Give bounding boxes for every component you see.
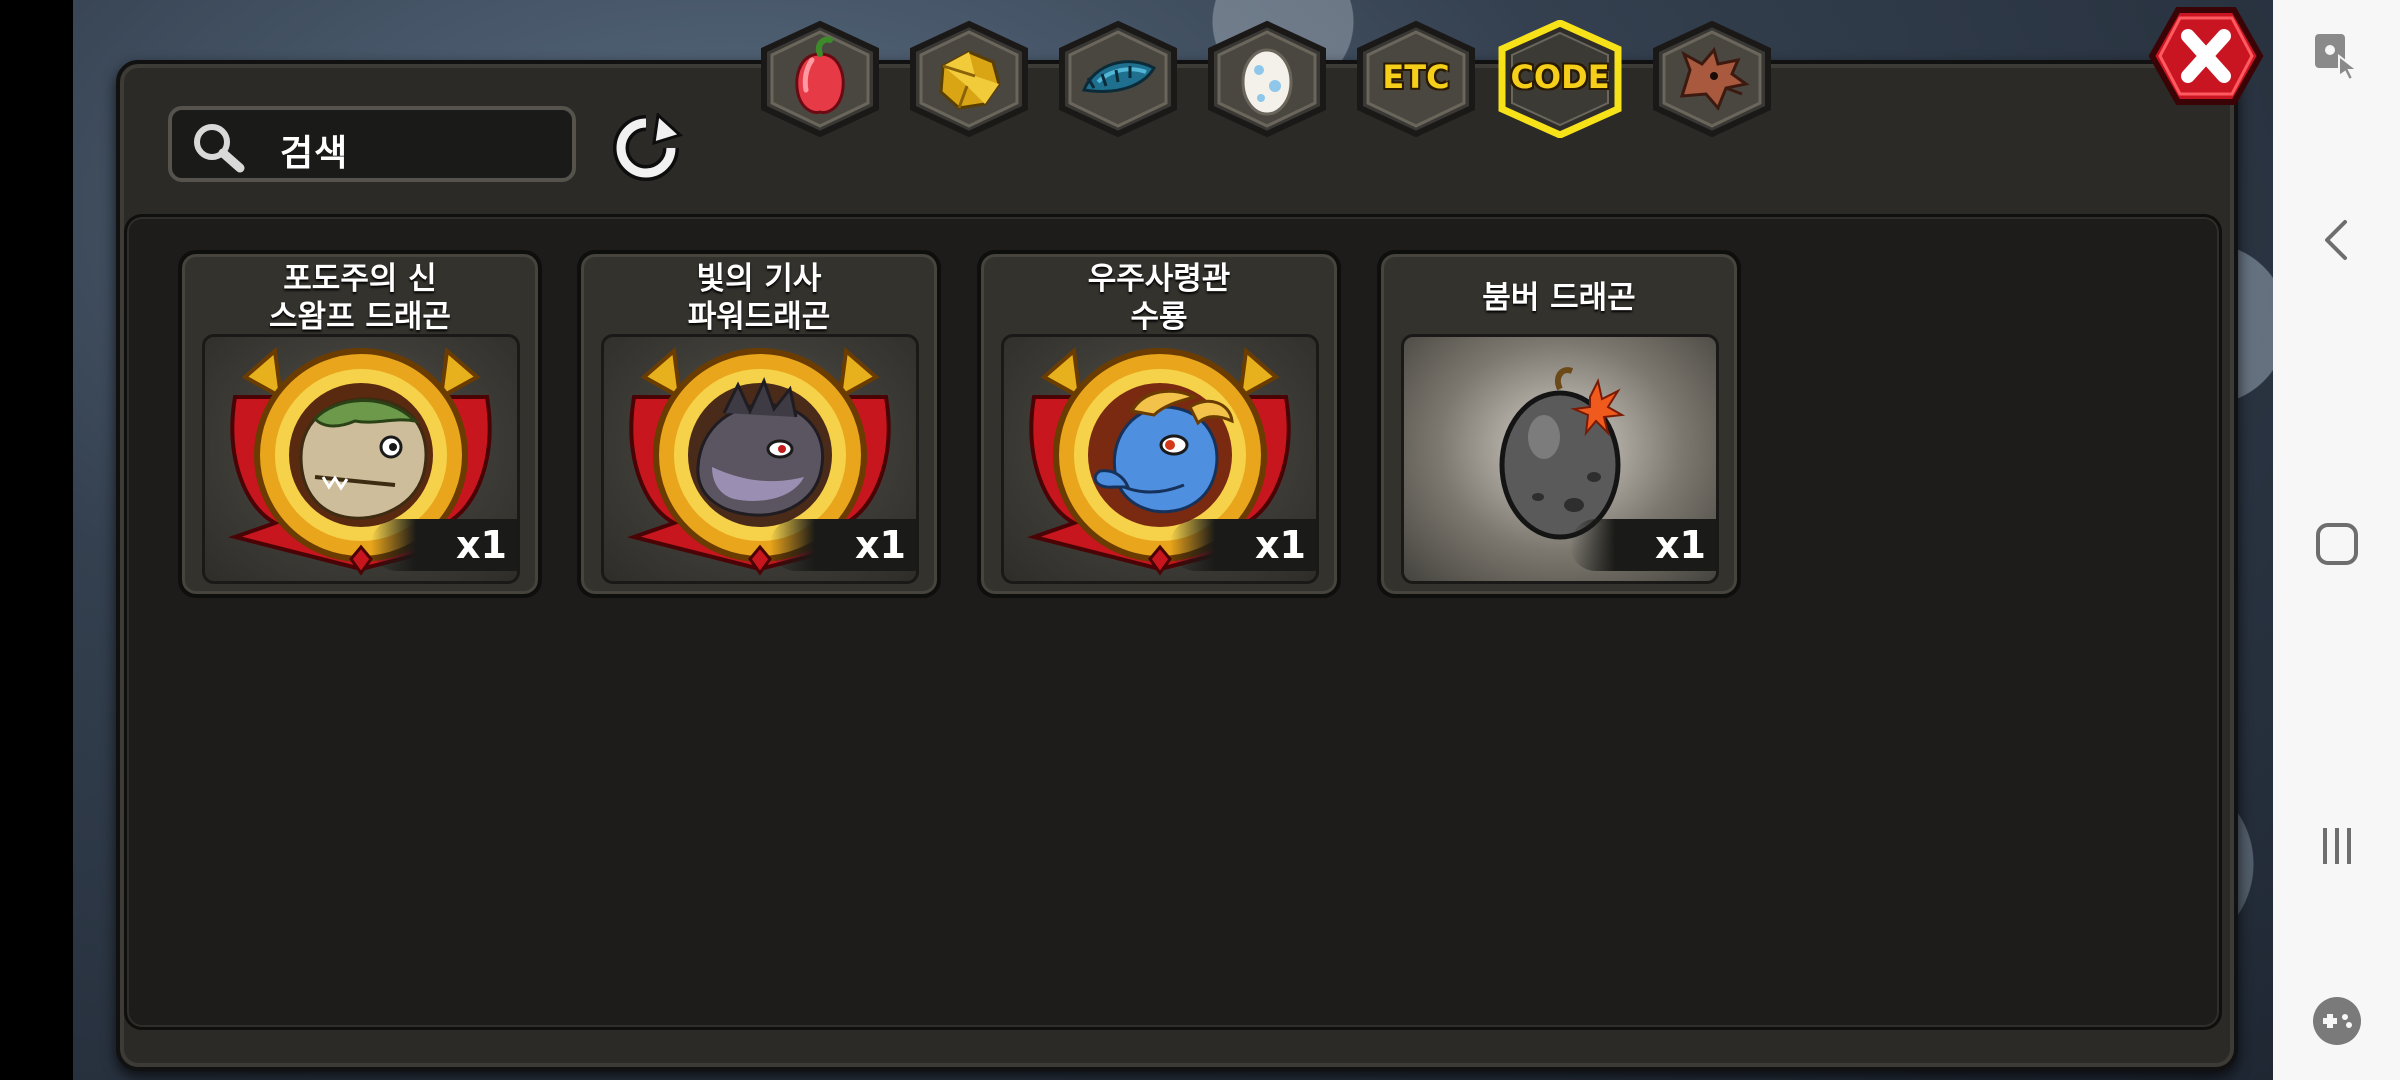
tab-dragon-head[interactable] <box>1648 20 1776 138</box>
tab-etc[interactable]: ETC <box>1352 20 1480 138</box>
item-card[interactable]: 우주사령관 수룡 x1 <box>977 250 1341 598</box>
tab-egg[interactable] <box>1203 20 1331 138</box>
game-tools-icon[interactable] <box>2309 993 2365 1049</box>
item-image: x1 <box>601 334 919 584</box>
item-name: 빛의 기사 파워드래곤 <box>687 261 831 335</box>
item-name: 포도주의 신 스왐프 드래곤 <box>269 261 451 335</box>
quantity-badge: x1 <box>371 519 517 571</box>
back-icon[interactable] <box>2309 212 2365 268</box>
item-name: 우주사령관 수룡 <box>1087 261 1231 335</box>
item-quantity: x1 <box>1255 523 1306 567</box>
close-button[interactable] <box>2148 6 2264 106</box>
tab-fruit[interactable] <box>756 20 884 138</box>
search-placeholder: 검색 <box>280 133 349 174</box>
item-name: 붐버 드래곤 <box>1482 280 1636 316</box>
item-image: x1 <box>1401 334 1719 584</box>
item-quantity: x1 <box>456 523 507 567</box>
tab-code[interactable]: CODE <box>1496 20 1624 138</box>
recent-apps-icon[interactable] <box>2309 818 2365 874</box>
item-card[interactable]: 붐버 드래곤 x1 <box>1377 250 1741 598</box>
item-card[interactable]: 포도주의 신 스왐프 드래곤 x1 <box>178 250 542 598</box>
quantity-badge: x1 <box>770 519 916 571</box>
dragon-head-icon <box>1679 46 1750 111</box>
tab-gold[interactable] <box>905 20 1033 138</box>
system-navigation-bar <box>2273 0 2400 1080</box>
tab-code-label: CODE <box>1510 58 1610 96</box>
item-quantity: x1 <box>1655 523 1706 567</box>
item-card[interactable]: 빛의 기사 파워드래곤 x1 <box>577 250 941 598</box>
gold-nugget-icon <box>939 50 1001 110</box>
dragon-scale-icon <box>1081 60 1157 93</box>
tab-etc-label: ETC <box>1382 58 1450 96</box>
home-icon[interactable] <box>2309 516 2365 572</box>
tab-dragon-scale[interactable] <box>1054 20 1182 138</box>
item-image: x1 <box>202 334 520 584</box>
quantity-badge: x1 <box>1570 519 1716 571</box>
item-image: x1 <box>1001 334 1319 584</box>
fruit-icon <box>795 36 845 114</box>
quantity-badge: x1 <box>1170 519 1316 571</box>
search-input[interactable]: 검색 <box>168 106 576 182</box>
screen-left-edge <box>0 0 73 1080</box>
search-icon <box>194 124 245 173</box>
egg-icon <box>1241 48 1293 116</box>
refresh-icon[interactable] <box>608 113 684 183</box>
touch-lock-icon[interactable] <box>2309 26 2365 82</box>
item-quantity: x1 <box>855 523 906 567</box>
